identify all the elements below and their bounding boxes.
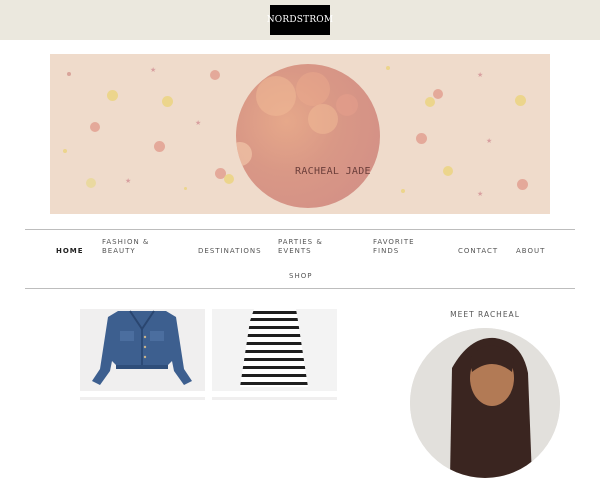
bokeh-bubble [308,104,338,134]
bokeh-dot [210,70,220,80]
nav-item-parties-events[interactable]: PARTIES & EVENTS [278,238,323,256]
bokeh-dot [162,96,173,107]
denim-jacket-image [92,310,192,385]
product-card-striped-skirt[interactable] [212,309,337,391]
bokeh-dot [86,178,96,188]
striped-skirt-image [240,309,308,387]
top-bar: NORDSTROM [0,0,600,40]
bokeh-dot [184,187,187,190]
bokeh-dot [416,133,427,144]
star-icon: ★ [150,66,157,74]
bokeh-dot [154,141,165,152]
nav-item-destinations[interactable]: DESTINATIONS [198,247,262,256]
author-photo [410,328,560,478]
blog-banner[interactable]: ★ ★ ★ ★ ★ ★ RACHEAL JADE [50,54,550,214]
bokeh-dot [90,122,100,132]
blog-title: RACHEAL JADE [295,166,371,177]
star-icon: ★ [125,177,132,185]
nav-item-fashion-beauty[interactable]: FASHION & BEAUTY [102,238,149,256]
bokeh-dot [515,95,526,106]
star-icon: ★ [195,119,202,127]
bokeh-bubble [296,72,330,106]
bokeh-dot [517,179,528,190]
nav-item-favorite-finds[interactable]: FAVORITE FINDS [373,238,415,256]
bokeh-bubble [336,94,358,116]
avatar[interactable] [410,328,560,478]
bokeh-dot [401,189,405,193]
star-icon: ★ [477,71,484,79]
bokeh-bubble [256,76,296,116]
product-card-denim-jacket[interactable] [80,309,205,391]
nav-item-contact[interactable]: CONTACT [458,247,498,256]
nav-item-shop[interactable]: SHOP [289,272,312,281]
meet-heading: MEET RACHEAL [450,310,520,319]
nav-item-home[interactable]: HOME [56,247,84,256]
bokeh-dot [224,174,234,184]
bokeh-dot [63,149,67,153]
bokeh-dot [107,90,118,101]
bokeh-bubble [236,142,252,166]
bokeh-dot [433,89,443,99]
star-icon: ★ [477,190,484,198]
bokeh-dot [443,166,453,176]
star-icon: ★ [486,137,493,145]
banner-circle [236,64,380,208]
bokeh-dot [67,72,71,76]
nav-top-divider [25,229,575,230]
nordstrom-logo[interactable]: NORDSTROM [267,5,333,35]
bokeh-dot [386,66,390,70]
nav-item-about[interactable]: ABOUT [516,247,545,256]
bokeh-dot [425,97,435,107]
nav-bottom-divider [25,288,575,289]
